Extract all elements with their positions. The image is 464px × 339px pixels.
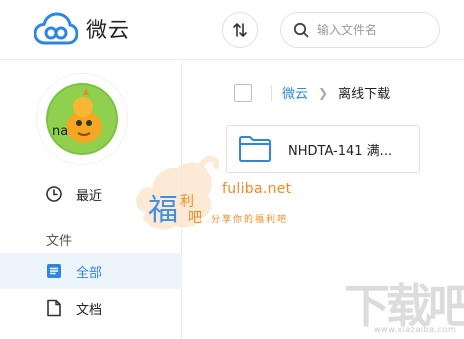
sidebar-item-label: 最近 xyxy=(76,188,103,204)
folder-icon xyxy=(239,136,271,162)
folder-item[interactable]: NHDTA-141 满... xyxy=(226,125,420,173)
folder-name: NHDTA-141 满... xyxy=(288,143,393,159)
list-icon xyxy=(44,261,64,281)
sort-button[interactable] xyxy=(222,12,258,48)
svg-text:na: na xyxy=(52,124,68,139)
file-area: 微云 ❯ 离线下载 NHDTA-141 满... xyxy=(183,61,464,339)
sidebar: na 最近 文件 全部 文档 xyxy=(0,61,182,339)
user-avatar-image: na xyxy=(46,83,118,155)
breadcrumb-current: 离线下载 xyxy=(338,87,391,102)
breadcrumb: 微云 ❯ 离线下载 xyxy=(282,83,391,103)
avatar-ring[interactable]: na xyxy=(36,73,128,165)
sidebar-item-recent[interactable]: 最近 xyxy=(0,176,182,212)
cloud-logo-icon xyxy=(34,12,78,45)
sidebar-item-label: 全部 xyxy=(76,265,103,281)
search-box[interactable] xyxy=(280,12,440,48)
app-logo[interactable]: 微云 xyxy=(34,12,130,46)
sort-arrows-icon xyxy=(233,23,247,37)
search-icon xyxy=(293,22,309,38)
breadcrumb-root-link[interactable]: 微云 xyxy=(282,83,308,102)
section-label-files: 文件 xyxy=(46,234,73,249)
sidebar-item-label: 文档 xyxy=(76,302,103,318)
breadcrumb-divider xyxy=(271,85,272,101)
watermark-site: fuliba.net xyxy=(222,181,292,197)
clock-icon xyxy=(44,184,64,204)
app-name: 微云 xyxy=(86,18,130,42)
top-bar: 微云 xyxy=(0,0,464,60)
select-all-checkbox[interactable] xyxy=(234,84,252,102)
document-icon xyxy=(44,298,64,318)
sidebar-item-all[interactable]: 全部 xyxy=(0,253,182,289)
sidebar-item-docs[interactable]: 文档 xyxy=(0,290,182,326)
search-input[interactable] xyxy=(317,23,427,37)
watermark-url: www.xiazaiba.com xyxy=(374,325,457,334)
watermark-tagline: 分享你的福利吧 xyxy=(211,215,289,225)
avatar[interactable]: na xyxy=(46,83,118,155)
chevron-right-icon: ❯ xyxy=(318,85,329,100)
